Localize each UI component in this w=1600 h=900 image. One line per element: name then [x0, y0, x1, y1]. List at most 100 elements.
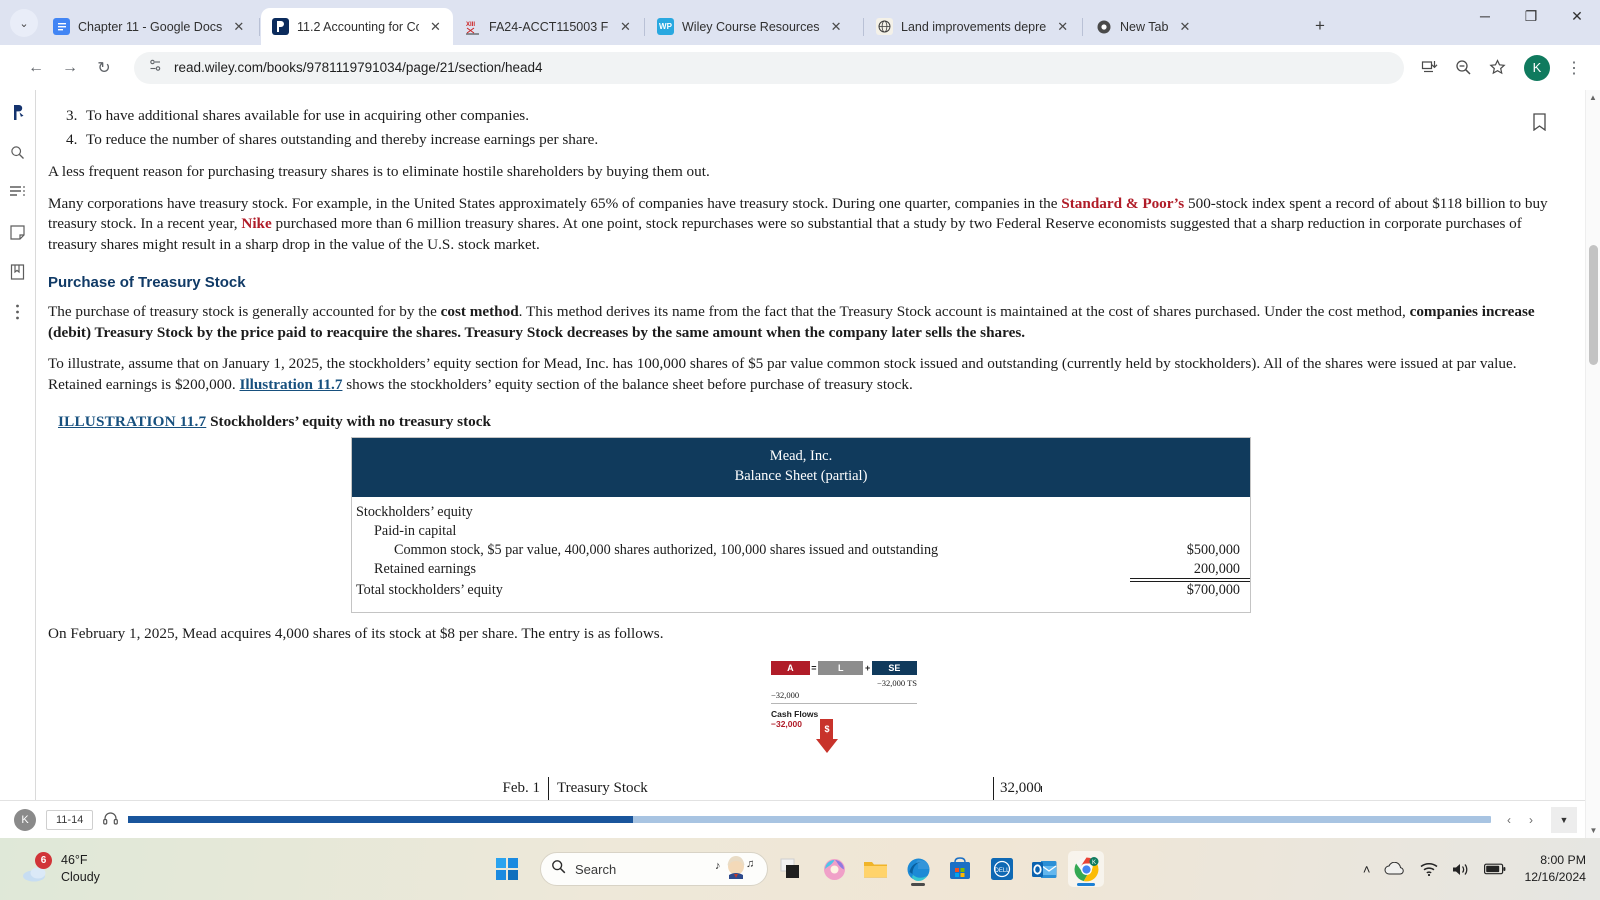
tab-close-icon[interactable]: ✕ [1176, 18, 1193, 35]
file-explorer-icon[interactable] [858, 851, 894, 887]
table-row: Feb. 1 Treasury Stock 32,000 [48, 776, 1548, 800]
browser-tab-land-improvements[interactable]: Land improvements depre ✕ [865, 8, 1081, 45]
page-indicator[interactable]: 11-14 [46, 809, 94, 830]
copilot-icon[interactable] [816, 851, 852, 887]
install-icon[interactable] [1414, 53, 1444, 83]
table-row: Common stock, $5 par value, 400,000 shar… [352, 541, 1250, 560]
notification-badge: 6 [35, 852, 52, 869]
reading-progress-bar[interactable] [128, 816, 1491, 823]
profile-avatar[interactable]: K [1524, 54, 1550, 81]
address-bar[interactable]: read.wiley.com/books/9781119791034/page/… [134, 51, 1404, 84]
browser-tab-wiley-course-resources[interactable]: WP Wiley Course Resources ✕ [646, 8, 862, 45]
forward-button[interactable]: → [54, 52, 86, 84]
scroll-up-arrow[interactable]: ▲ [1586, 90, 1600, 105]
browser-tab-fa24-acct115003[interactable]: XIII FA24-ACCT115003 Fund of ✕ [453, 8, 643, 45]
browser-window: ⌄ Chapter 11 - Google Docs ✕ 11.2 Accoun… [0, 0, 1600, 838]
row-label: Retained earnings [374, 561, 477, 578]
volume-icon[interactable] [1452, 862, 1470, 877]
reader-content: 3. To have additional shares available f… [36, 90, 1600, 838]
browser-toolbar: ← → ↻ read.wiley.com/books/9781119791034… [0, 45, 1600, 90]
minimize-button[interactable]: ─ [1462, 0, 1508, 32]
tab-divider [259, 18, 260, 36]
tab-search-button[interactable]: ⌄ [10, 9, 38, 37]
tab-title: New Tab [1120, 19, 1169, 34]
row-label: Common stock, $5 par value, 400,000 shar… [394, 542, 939, 559]
reader-sidebar [0, 90, 36, 838]
previous-page-button[interactable]: ‹ [1507, 813, 1511, 827]
illustration-caption-text: Stockholders’ equity with no treasury st… [210, 413, 491, 431]
collapse-bar-button[interactable]: ▼ [1551, 806, 1577, 833]
cloud-tray-icon[interactable] [1384, 862, 1406, 876]
next-page-button[interactable]: › [1529, 813, 1533, 827]
table-row: Stockholders’ equity [352, 503, 1250, 522]
task-view-icon[interactable] [774, 851, 810, 887]
close-window-button[interactable]: ✕ [1554, 0, 1600, 32]
site-settings-icon[interactable] [148, 58, 163, 78]
brand-standard-poors: Standard & Poor’s [1061, 194, 1185, 212]
tab-close-icon[interactable]: ✕ [617, 18, 634, 35]
cloud-icon: 6 [22, 852, 52, 882]
tab-close-icon[interactable]: ✕ [230, 18, 247, 35]
more-icon[interactable] [8, 302, 28, 322]
reload-button[interactable]: ↻ [88, 52, 120, 84]
search-icon[interactable] [8, 142, 28, 162]
treasury-reasons-list: 3. To have additional shares available f… [48, 104, 1548, 151]
battery-icon[interactable] [1484, 863, 1506, 875]
back-button[interactable]: ← [20, 52, 52, 84]
contents-icon[interactable] [8, 182, 28, 202]
zoom-icon[interactable] [1448, 53, 1478, 83]
link-illustration-11-7[interactable]: Illustration 11.7 [240, 376, 343, 393]
search-input[interactable]: Search ♪ ♫ [540, 852, 768, 886]
maximize-button[interactable]: ❐ [1508, 0, 1554, 32]
svg-text:♫: ♫ [746, 858, 754, 870]
browser-menu-button[interactable]: ⋮ [1558, 52, 1590, 84]
weather-widget[interactable]: 6 46°F Cloudy [22, 852, 100, 886]
progress-fill [128, 816, 633, 823]
svg-text:♪: ♪ [715, 860, 721, 872]
chevron-down-icon: ⌄ [19, 17, 29, 30]
wiley-logo-icon[interactable] [8, 102, 28, 122]
google-chrome-icon[interactable]: K [1068, 851, 1104, 887]
scrollbar-thumb[interactable] [1589, 245, 1598, 365]
tab-close-icon[interactable]: ✕ [427, 18, 444, 35]
clipped-paragraph-top [48, 92, 1548, 104]
globe-icon [876, 18, 893, 35]
scroll-down-arrow[interactable]: ▼ [1586, 823, 1600, 838]
text-run: shows the stockholders’ equity section o… [342, 375, 913, 393]
paragraph-february-acquisition: On February 1, 2025, Mead acquires 4,000… [48, 625, 664, 643]
start-tile [508, 870, 518, 880]
notes-icon[interactable] [8, 222, 28, 242]
tab-divider [1082, 18, 1083, 36]
search-icon [551, 859, 566, 879]
plus-sign: + [864, 662, 871, 673]
bookmark-icon[interactable] [8, 262, 28, 282]
row-label: Paid-in capital [374, 523, 457, 540]
wifi-icon[interactable] [1420, 862, 1438, 876]
browser-tab-chapter-11-google-docs[interactable]: Chapter 11 - Google Docs ✕ [42, 8, 258, 45]
show-hidden-icons-button[interactable]: ˄ [1363, 862, 1371, 877]
microsoft-edge-icon[interactable] [900, 851, 936, 887]
illustration-tag[interactable]: ILLUSTRATION 11.7 [58, 413, 206, 430]
page-scrollbar[interactable]: ▲ ▼ [1585, 90, 1600, 838]
new-tab-button[interactable]: + [1306, 12, 1334, 40]
bookmark-star-icon[interactable] [1482, 53, 1512, 83]
paragraph-many-corporations: Many corporations have treasury stock. F… [48, 194, 1548, 256]
tab-close-icon[interactable]: ✕ [1054, 18, 1071, 35]
cash-flows-row: −32,000 $ [771, 718, 917, 753]
wiley-icon [272, 18, 289, 35]
start-button[interactable] [496, 858, 518, 880]
row-value: $500,000 [1186, 542, 1240, 559]
outlook-icon[interactable] [1026, 851, 1062, 887]
microsoft-store-icon[interactable] [942, 851, 978, 887]
avatar[interactable]: K [14, 808, 36, 831]
headphones-icon[interactable] [103, 811, 119, 828]
start-tile [508, 858, 518, 868]
clock[interactable]: 8:00 PM 12/16/2024 [1524, 852, 1586, 885]
assets-block: A [771, 660, 810, 675]
beethoven-music-icon[interactable]: ♪ ♫ [715, 855, 757, 884]
dell-icon[interactable]: DELL [984, 851, 1020, 887]
tab-close-icon[interactable]: ✕ [828, 18, 845, 35]
list-item: 3. To have additional shares available f… [48, 104, 1548, 128]
browser-tab-11-2-accounting-for-comm[interactable]: 11.2 Accounting for Comm ✕ [261, 8, 453, 45]
browser-tab-new-tab[interactable]: New Tab ✕ [1084, 8, 1300, 45]
